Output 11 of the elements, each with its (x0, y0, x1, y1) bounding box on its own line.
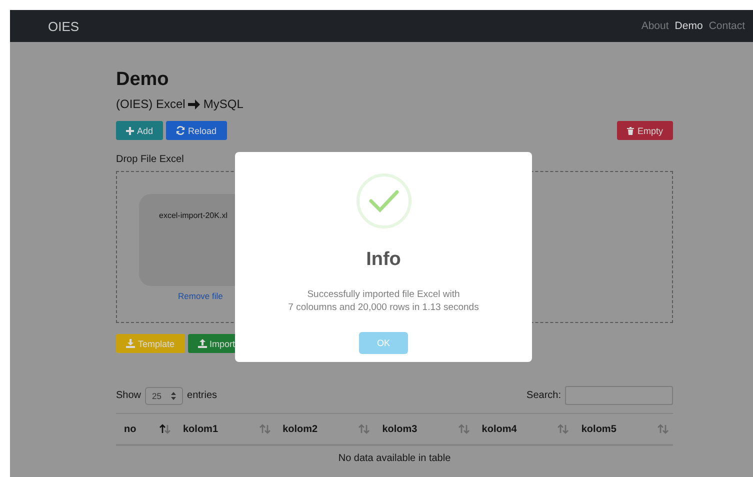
file-name: excel-import-20K.xl (159, 211, 228, 220)
subtitle: (OIES) Excel (116, 97, 186, 111)
search-label: Search: (526, 390, 561, 401)
entries-label: entries (187, 390, 218, 401)
dialog-title: Info (366, 249, 401, 271)
subtitle: MySQL (203, 97, 244, 111)
empty-message: No data available in table (116, 445, 673, 465)
page-title: Demo (116, 69, 170, 91)
dropzone-label: Drop File Excel (116, 154, 185, 165)
show-label: Show (116, 390, 142, 401)
dialog-message: Successfully imported file Excel with 7 coloumns and 20,000 rows in 1.13 seconds (288, 288, 479, 314)
